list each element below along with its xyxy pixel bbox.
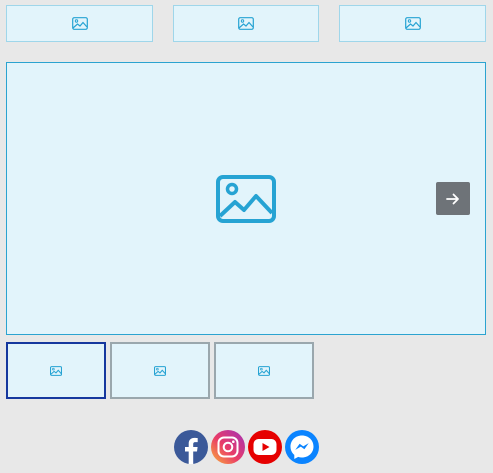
main-gallery-image[interactable]	[6, 62, 486, 335]
messenger-link[interactable]	[285, 430, 319, 464]
instagram-link[interactable]	[211, 430, 245, 464]
top-image-3[interactable]	[339, 5, 486, 42]
next-slide-button[interactable]	[436, 182, 470, 215]
image-icon	[238, 17, 254, 30]
thumbnail-2[interactable]	[110, 342, 210, 399]
image-icon	[404, 17, 421, 30]
youtube-icon	[253, 439, 277, 455]
top-image-1[interactable]	[6, 5, 153, 42]
thumbnail-1[interactable]	[6, 342, 106, 399]
image-icon	[154, 365, 166, 376]
facebook-link[interactable]	[174, 430, 208, 464]
image-icon	[216, 174, 276, 223]
image-icon	[50, 365, 62, 376]
top-image-2[interactable]	[173, 5, 319, 42]
messenger-icon	[290, 435, 314, 459]
thumbnail-3[interactable]	[214, 342, 314, 399]
instagram-icon	[217, 436, 239, 458]
image-icon	[258, 365, 270, 376]
youtube-link[interactable]	[248, 430, 282, 464]
social-links	[174, 430, 319, 464]
arrow-right-icon	[446, 193, 459, 204]
image-icon	[71, 17, 88, 30]
facebook-icon	[185, 437, 198, 464]
